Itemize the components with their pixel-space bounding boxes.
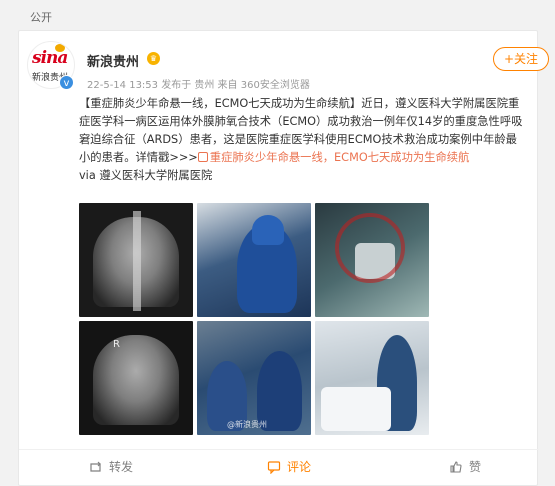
photo-medical-team[interactable]: @新浪贵州 — [197, 321, 311, 435]
hospital-bed — [321, 387, 391, 431]
article-link[interactable]: 重症肺炎少年命悬一线，ECMO七天成功为生命续航 — [197, 151, 470, 164]
post-text: 【重症肺炎少年命悬一线，ECMO七天成功为生命续航】近日，遵义医科大学附属医院重… — [79, 95, 524, 185]
post-meta: 22-5-14 13:53 发布于 贵州 来自 360安全浏览器 — [87, 80, 310, 91]
xray-r-marker: R — [113, 339, 120, 350]
xray-spine — [133, 211, 141, 311]
weibo-post-card: sina 新浪贵州 v 新浪贵州 ♛ 22-5-14 13:53 发布于 贵州 … — [18, 30, 549, 486]
comment-icon — [267, 460, 281, 474]
action-bar: 转发 评论 赞 — [19, 449, 539, 479]
top-bar: 公开 — [0, 0, 555, 30]
comment-button[interactable]: 评论 — [267, 458, 311, 475]
comment-label: 评论 — [287, 460, 312, 474]
account-name[interactable]: 新浪贵州 — [87, 51, 139, 70]
photo-watermark: @新浪贵州 — [227, 420, 267, 429]
photo-xray-1[interactable] — [79, 203, 193, 317]
like-button[interactable]: 赞 — [449, 458, 481, 475]
crown-icon: ♛ — [147, 52, 160, 65]
verified-badge-icon: v — [59, 75, 74, 90]
xray-chest-2 — [93, 335, 179, 425]
photo-xray-2[interactable]: R — [79, 321, 193, 435]
repost-label: 转发 — [109, 460, 134, 474]
follow-button[interactable]: +关注 — [493, 47, 549, 71]
article-link-text: 重症肺炎少年命悬一线，ECMO七天成功为生命续航 — [209, 151, 470, 164]
link-icon — [197, 152, 208, 162]
repost-icon — [90, 461, 101, 472]
photo-doctor-procedure[interactable] — [197, 203, 311, 317]
photo-patient-recovery[interactable] — [315, 321, 429, 435]
post-via: via 遵义医科大学附属医院 — [79, 169, 213, 182]
visibility-label: 公开 — [30, 11, 52, 24]
photo-ecmo-machine[interactable] — [315, 203, 429, 317]
ecmo-tube — [335, 213, 405, 283]
sina-eye-icon — [55, 44, 65, 52]
thumbs-up-icon — [450, 460, 462, 473]
repost-button[interactable]: 转发 — [89, 458, 133, 475]
like-label: 赞 — [469, 460, 482, 474]
doctor-head — [252, 215, 284, 245]
